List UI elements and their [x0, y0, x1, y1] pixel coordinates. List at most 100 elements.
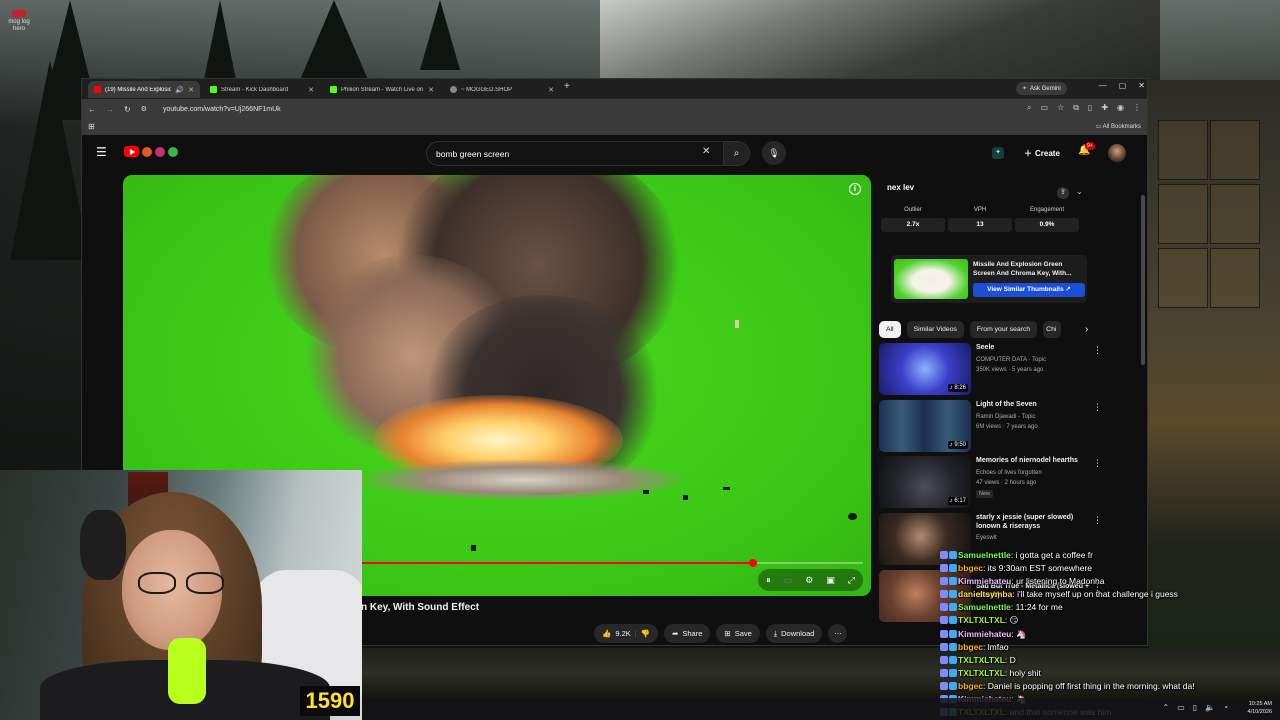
more-vertical-icon[interactable]: ⋮	[1093, 345, 1102, 356]
chat-username[interactable]: bbgec	[958, 681, 983, 691]
close-tab-icon[interactable]: ✕	[188, 86, 194, 94]
extension-puzzle-icon[interactable]: ✚	[1101, 103, 1108, 113]
more-actions-button[interactable]: ⋯	[828, 624, 848, 643]
chevron-down-icon[interactable]: ⌄	[1076, 187, 1083, 196]
close-window-icon[interactable]: ✕	[1138, 81, 1145, 90]
video-title[interactable]: Light of the Seven	[976, 400, 1094, 409]
profile-icon[interactable]: ◉	[1117, 103, 1124, 113]
pause-icon[interactable]: ⏸	[766, 575, 771, 586]
bookmark-star-icon[interactable]: ☆	[1057, 103, 1064, 113]
channel-name[interactable]: Echoes of lives forgotten	[976, 470, 1042, 476]
tab-kick-dashboard[interactable]: Stream - Kick Dashboard ✕	[204, 81, 320, 98]
more-vertical-icon[interactable]: ⋮	[1093, 458, 1102, 469]
tab-youtube[interactable]: (19) Missile And Explosion Green Screen …	[88, 81, 200, 98]
clear-search-icon[interactable]: ✕	[702, 146, 710, 157]
video-title-text: n Key, With Sound Effect	[361, 602, 480, 613]
page-scrollbar[interactable]	[1141, 195, 1145, 365]
chat-username[interactable]: TXLTXLTXL	[958, 668, 1005, 678]
search-input[interactable]: bomb green screen	[426, 141, 724, 166]
video-title[interactable]: Seele	[976, 343, 1094, 352]
volume-icon[interactable]: 🔈	[1205, 703, 1215, 712]
channel-name[interactable]: Eyeswit	[976, 535, 997, 541]
youtube-logo[interactable]	[124, 146, 178, 157]
channel-name[interactable]: COMPUTER DATA · Topic	[976, 357, 1046, 363]
kebab-menu-icon[interactable]: ⋮	[1133, 103, 1141, 113]
tab-mogged-shop[interactable]: ~ MOGGED.SHOP ✕	[444, 81, 560, 98]
info-icon[interactable]: i	[849, 183, 861, 195]
chip-all[interactable]: All	[879, 321, 901, 338]
share-button[interactable]: ➦ Share	[664, 624, 711, 643]
like-button[interactable]: 👍 9.2K | 👎	[594, 624, 659, 643]
new-tab-button[interactable]: +	[564, 81, 570, 92]
apps-grid-icon[interactable]: ⊞	[88, 122, 95, 131]
extension-icon[interactable]: ✦	[992, 147, 1004, 159]
chat-username[interactable]: bbgec	[958, 642, 983, 652]
sidebar-icon[interactable]: ▯	[1088, 103, 1092, 113]
video-thumbnail[interactable]: ♪ 9:50	[879, 400, 971, 452]
reload-icon[interactable]: ↻	[124, 105, 131, 114]
share-icon[interactable]: ⇪	[1057, 187, 1069, 199]
download-button[interactable]: ⤓ Download	[765, 624, 823, 643]
minimize-icon[interactable]: —	[1099, 81, 1107, 90]
network-icon[interactable]: ▭	[1177, 703, 1185, 712]
video-thumbnail[interactable]: ♪ 8:26	[879, 343, 971, 395]
voice-search-button[interactable]: 🎙	[762, 141, 786, 165]
forward-icon[interactable]: →	[106, 105, 114, 114]
site-info-icon[interactable]: ⚙	[141, 105, 147, 113]
ask-gemini-button[interactable]: ✦ Ask Gemini	[1016, 82, 1067, 95]
maximize-icon[interactable]: ▢	[1119, 81, 1127, 90]
theater-mode-icon[interactable]: ▣	[826, 575, 835, 586]
tab-philion-stream[interactable]: Philion Stream - Watch Live on Kick ✕	[324, 81, 440, 98]
more-vertical-icon[interactable]: ⋮	[1093, 402, 1102, 413]
gift-badge-icon	[949, 681, 957, 690]
chat-username[interactable]: TXLTXLTXL	[958, 655, 1005, 665]
view-similar-thumbnails-button[interactable]: View Similar Thumbnails ↗	[973, 283, 1085, 297]
chat-username[interactable]: bbgec	[958, 563, 983, 573]
chat-username[interactable]: Kimmiehateu	[958, 576, 1011, 586]
save-button[interactable]: ⊞ Save	[716, 624, 760, 643]
stream-counter: 1590	[300, 686, 360, 716]
all-bookmarks-button[interactable]: ▭ All Bookmarks	[1096, 123, 1141, 130]
back-icon[interactable]: ←	[88, 105, 96, 114]
create-button[interactable]: ＋ Create	[1016, 143, 1068, 164]
address-bar[interactable]: youtube.com/watch?v=Uj266NF1mUk	[163, 106, 281, 113]
more-vertical-icon[interactable]: ⋮	[1093, 515, 1102, 526]
recommendation-item[interactable]: ♪ 9:50 Light of the Seven Ramin Djawadi …	[879, 400, 1102, 452]
chip-from-your-search[interactable]: From your search	[969, 321, 1038, 338]
chat-username[interactable]: Samuelnettle	[958, 602, 1011, 612]
close-tab-icon[interactable]: ✕	[548, 86, 554, 94]
zoom-icon[interactable]: ⌕	[1027, 103, 1031, 113]
cast-icon[interactable]: ▭	[1040, 103, 1048, 113]
recommendation-item[interactable]: ♪ 6:17 Memories of niernodel hearths Ech…	[879, 456, 1102, 508]
hamburger-menu-icon[interactable]: ☰	[96, 145, 107, 159]
video-title[interactable]: Memories of niernodel hearths	[976, 456, 1094, 465]
desktop-shortcut[interactable]: mog log hero	[4, 6, 34, 33]
close-tab-icon[interactable]: ✕	[308, 86, 314, 94]
speaker-icon[interactable]: 🔊	[175, 86, 184, 94]
account-avatar[interactable]	[1108, 144, 1126, 162]
chip-similar-videos[interactable]: Similar Videos	[906, 321, 964, 338]
settings-gear-icon[interactable]: ⚙	[805, 575, 813, 586]
chip-channel[interactable]: Chi	[1043, 321, 1062, 338]
chat-username[interactable]: TXLTXLTXL	[958, 615, 1005, 625]
extensions-icon[interactable]: ⧉	[1073, 103, 1079, 113]
thumbs-down-icon[interactable]: 👎	[641, 629, 650, 638]
scrubber-handle[interactable]	[749, 559, 758, 567]
close-tab-icon[interactable]: ✕	[428, 86, 434, 94]
chevron-right-icon[interactable]: ›	[1085, 324, 1088, 335]
subtitles-icon[interactable]: ▭	[784, 575, 793, 586]
video-title[interactable]: starly x jessie (super slowed) lonown & …	[976, 513, 1094, 531]
wifi-icon[interactable]: ◔	[1223, 703, 1228, 712]
search-button[interactable]: ⌕	[724, 141, 750, 166]
chat-username[interactable]: Kimmiehateu	[958, 629, 1011, 639]
clock[interactable]: 10:25 AM 4/10/2026	[1248, 700, 1272, 716]
fullscreen-icon[interactable]: ⤢	[848, 575, 855, 586]
desktop-shortcut-label: mog log hero	[8, 19, 30, 32]
battery-icon[interactable]: ▯	[1193, 703, 1197, 712]
channel-name[interactable]: Ramin Djawadi - Topic	[976, 414, 1036, 420]
chevron-up-icon[interactable]: ⌃	[1163, 703, 1170, 712]
chat-username[interactable]: danieltsymba	[958, 589, 1012, 599]
video-thumbnail[interactable]: ♪ 6:17	[879, 456, 971, 508]
recommendation-item[interactable]: ♪ 8:26 Seele COMPUTER DATA · Topic 350K …	[879, 343, 1102, 395]
chat-username[interactable]: Samuelnettle	[958, 550, 1011, 560]
